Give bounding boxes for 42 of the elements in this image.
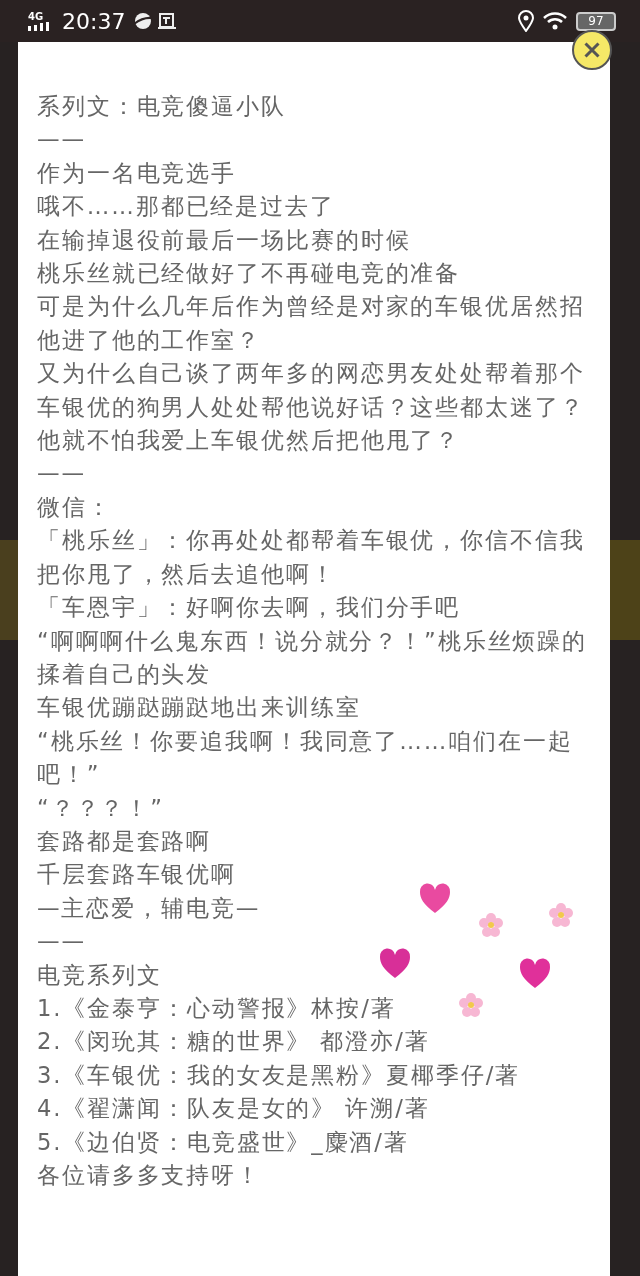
network-type: 4G	[28, 11, 44, 22]
story-text: 哦不……那都已经是过去了	[37, 192, 335, 222]
wifi-icon	[542, 11, 568, 31]
story-text: ——	[37, 459, 86, 489]
story-text: 「车恩宇」：好啊你去啊，我们分手吧	[37, 593, 461, 623]
flower-icon	[548, 902, 574, 928]
flower-icon	[478, 912, 504, 938]
story-text: “啊啊啊什么鬼东西！说分就分？！”桃乐丝烦躁的揉着自己的头发	[37, 626, 589, 689]
battery-indicator: 97	[576, 11, 616, 31]
story-text: 套路都是套路啊	[37, 826, 212, 856]
story-text: 作为一名电竞选手	[37, 158, 237, 188]
story-text: 2.《闵玧其：糖的世界》 都澄亦/著	[37, 1027, 430, 1057]
story-text: 各位请多多支持呀！	[37, 1161, 262, 1190]
story-text: “桃乐丝！你要追我啊！我同意了……咱们在一起吧！”	[37, 726, 574, 790]
app-icon	[157, 11, 178, 31]
story-text: ——	[37, 125, 86, 155]
heart-icon	[518, 957, 552, 991]
story-text: ——	[37, 927, 86, 957]
story-text: 可是为什么几年后作为曾经是对家的车银优居然招他进了他的工作室？	[37, 292, 586, 355]
story-text: 5.《边伯贤：电竞盛世》_麋酒/著	[37, 1127, 409, 1157]
heart-icon	[378, 947, 412, 981]
close-button[interactable]	[572, 30, 612, 70]
planet-icon	[133, 11, 154, 31]
story-text: —主恋爱，辅电竞—	[37, 893, 261, 923]
story-text: 电竞系列文	[37, 960, 162, 990]
story-text: 又为什么自己谈了两年多的网恋男友处处帮着那个车银优的狗男人处处帮他说好话？这些都太迷了？他就不怕我爱上车银优然后把他甩了？	[37, 359, 586, 456]
story-text: 「桃乐丝」：你再处处都帮着车银优，你信不信我把你甩了，然后去追他啊！	[37, 526, 586, 589]
story-text: 在输掉退役前最后一场比赛的时候	[37, 225, 411, 255]
story-text: 车银优蹦跶蹦跶地出来训练室	[37, 693, 361, 723]
story-text: 微信：	[37, 492, 112, 522]
story-text: 系列文：电竞傻逼小队	[37, 92, 286, 121]
close-icon	[584, 42, 600, 58]
story-text: 桃乐丝就已经做好了不再碰电竞的准备	[37, 259, 461, 289]
clock: 20:37	[62, 7, 126, 36]
story-text: 4.《翟潇闻：队友是女的》 许溯/著	[37, 1094, 430, 1124]
flower-icon	[458, 992, 484, 1018]
story-text: 3.《车银优：我的女友是黑粉》夏椰季仔/著	[37, 1060, 521, 1090]
heart-icon	[418, 882, 452, 916]
story-text: 千层套路车银优啊	[37, 860, 237, 890]
story-text: “？？？！”	[37, 793, 164, 823]
story-text: 1.《金泰亨：心动警报》林按/著	[37, 993, 396, 1023]
location-icon	[518, 10, 534, 32]
